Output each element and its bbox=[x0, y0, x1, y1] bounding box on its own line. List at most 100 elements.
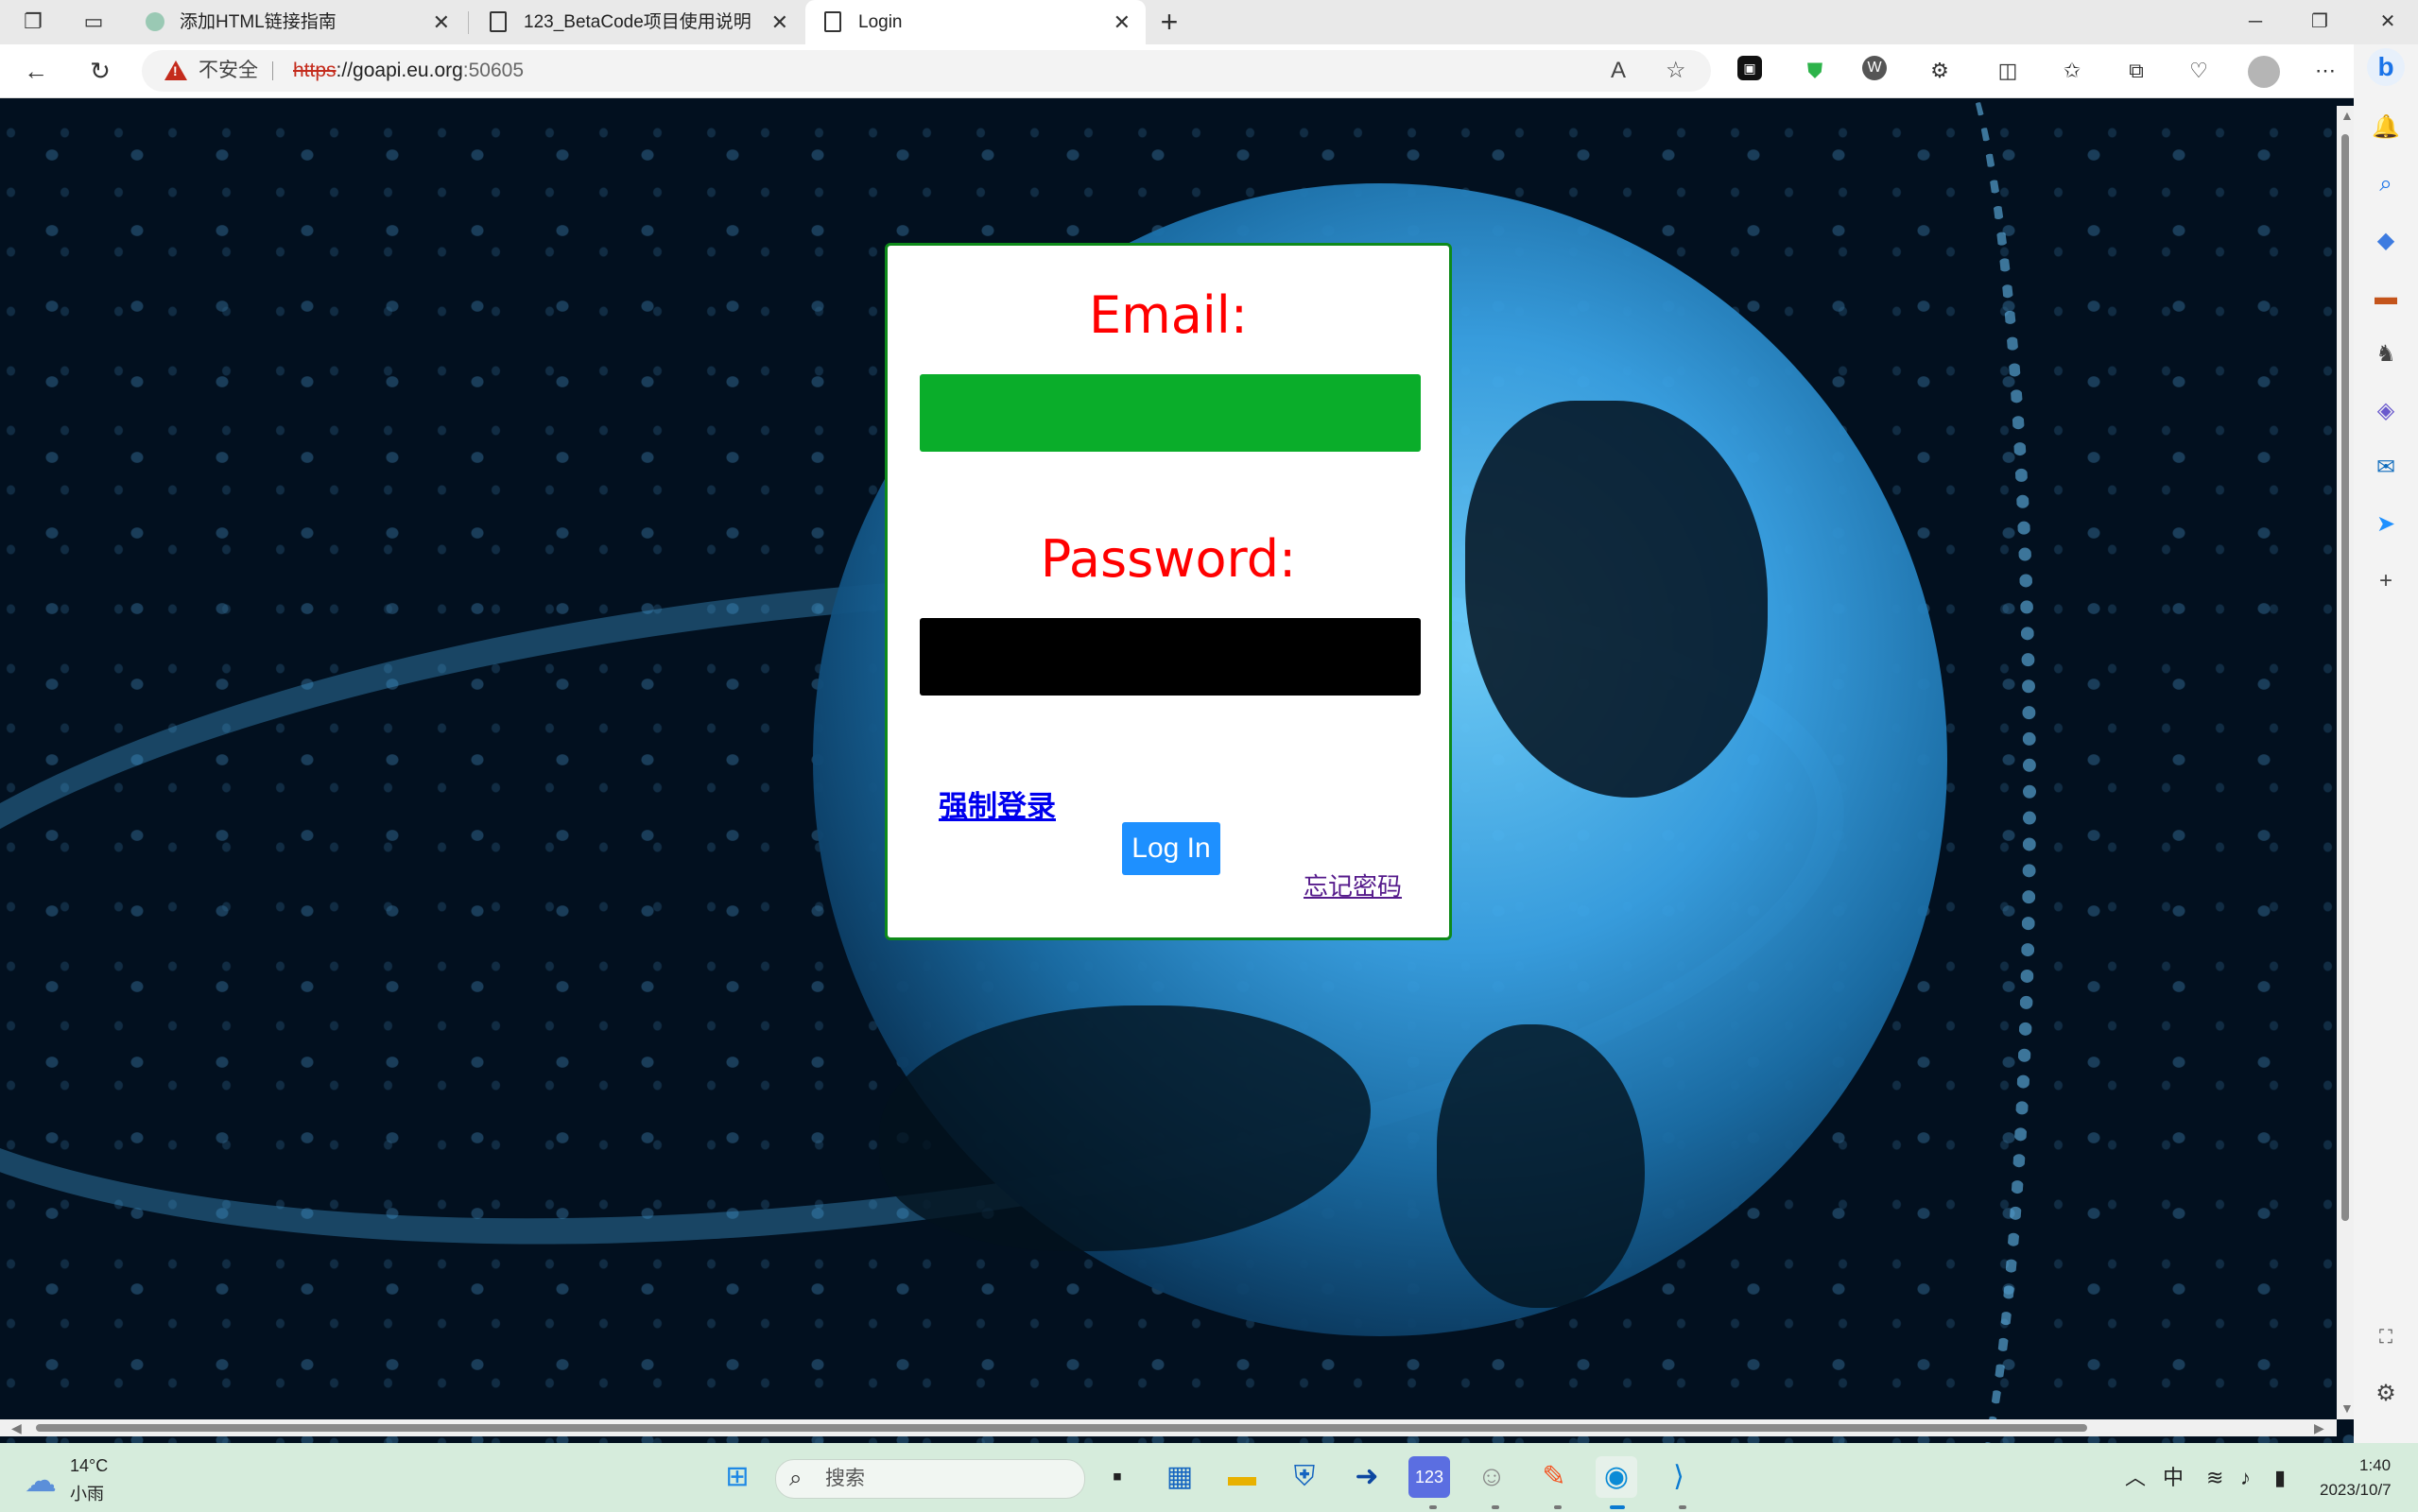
email-label: Email: bbox=[1088, 285, 1248, 345]
outlook-icon[interactable]: ✉ bbox=[2369, 451, 2403, 485]
app-123-icon[interactable]: 123 bbox=[1408, 1456, 1450, 1498]
tab-separator bbox=[468, 11, 469, 34]
scroll-down-arrow-icon[interactable]: ▼ bbox=[2340, 1400, 2354, 1416]
address-separator bbox=[272, 61, 273, 80]
weather-description[interactable]: 小雨 bbox=[70, 1481, 104, 1505]
split-screen-icon[interactable]: ◫ bbox=[1993, 56, 2023, 86]
microsoft365-icon[interactable]: ◈ bbox=[2369, 394, 2403, 428]
microsoft-store-icon[interactable]: ▦ bbox=[1159, 1456, 1200, 1498]
forgot-password-link[interactable]: 忘记密码 bbox=[1304, 868, 1402, 902]
search-placeholder: 搜索 bbox=[825, 1468, 865, 1489]
clock-time[interactable]: 1:40 bbox=[2359, 1456, 2391, 1475]
close-window-button[interactable]: ✕ bbox=[2369, 0, 2407, 44]
back-button[interactable]: ← bbox=[19, 54, 53, 88]
login-button[interactable]: Log In bbox=[1122, 822, 1220, 875]
taskbar-search-box[interactable]: ⌕ 搜索 bbox=[775, 1459, 1085, 1499]
clock-date[interactable]: 2023/10/7 bbox=[2320, 1481, 2392, 1500]
background-dotted-arc bbox=[1853, 98, 2036, 1443]
notifications-bell-icon[interactable]: 🔔 bbox=[2369, 111, 2403, 145]
vscode-icon[interactable]: ⟩ bbox=[1658, 1456, 1700, 1498]
running-indicator bbox=[1429, 1505, 1437, 1509]
wifi-icon[interactable]: ≋ bbox=[2206, 1443, 2223, 1512]
file-explorer-icon[interactable]: ▬ bbox=[1221, 1456, 1263, 1498]
screenshot-icon[interactable]: ⛶ bbox=[2369, 1320, 2403, 1354]
tab-betacode-doc[interactable]: 123_BetaCode项目使用说明 ✕ bbox=[471, 0, 803, 44]
favorite-star-icon[interactable]: ☆ bbox=[1666, 50, 1686, 92]
password-field[interactable] bbox=[920, 618, 1421, 696]
task-view-icon[interactable]: ▪ bbox=[1097, 1456, 1138, 1498]
tray-overflow-chevron-icon[interactable]: ︿ bbox=[2125, 1443, 2146, 1512]
shopping-tag-icon[interactable]: ◆ bbox=[2369, 224, 2403, 258]
email-field[interactable] bbox=[920, 374, 1421, 452]
running-indicator bbox=[1679, 1505, 1686, 1509]
battery-icon[interactable]: ▮ bbox=[2274, 1443, 2286, 1512]
page-viewport: Email: Password: 强制登录 Log In 忘记密码 bbox=[0, 98, 2354, 1443]
security-label[interactable]: 不安全 bbox=[199, 50, 258, 92]
games-chess-icon[interactable]: ♞ bbox=[2369, 337, 2403, 371]
minimize-button[interactable]: ─ bbox=[2237, 0, 2274, 44]
w-extension-icon[interactable]: W bbox=[1862, 56, 1887, 80]
search-icon: ⌕ bbox=[789, 1466, 803, 1491]
url-host: ://goapi.eu.org bbox=[336, 60, 463, 81]
windows-start-icon[interactable]: ⊞ bbox=[717, 1456, 758, 1498]
horizontal-scrollbar[interactable]: ◀ ▶ bbox=[0, 1419, 2337, 1436]
vertical-scroll-thumb[interactable] bbox=[2341, 134, 2349, 1221]
password-label: Password: bbox=[1040, 529, 1297, 589]
page-favicon-icon bbox=[490, 11, 507, 32]
vertical-scrollbar[interactable]: ▲ ▼ bbox=[2337, 106, 2354, 1419]
warning-mark: ! bbox=[173, 63, 178, 78]
weather-temperature[interactable]: 14°C bbox=[70, 1456, 108, 1476]
edge-sidebar: b 🔔 ⌕ ◆ ▬ ♞ ◈ ✉ ➤ + ⛶ ⚙ bbox=[2354, 44, 2418, 1443]
extensions-puzzle-icon[interactable]: ⚙ bbox=[1925, 56, 1955, 86]
weather-cloud-icon[interactable]: ☁ bbox=[25, 1462, 57, 1500]
drop-send-icon[interactable]: ➤ bbox=[2369, 507, 2403, 541]
scroll-right-arrow-icon[interactable]: ▶ bbox=[2314, 1420, 2324, 1436]
tab-actions-icon[interactable]: ▭ bbox=[81, 9, 106, 34]
refresh-button[interactable]: ↻ bbox=[83, 54, 117, 88]
running-indicator bbox=[1492, 1505, 1499, 1509]
tab-login[interactable]: Login ✕ bbox=[805, 0, 1146, 44]
chatgpt-favicon-icon bbox=[146, 12, 164, 31]
login-form: Email: Password: 强制登录 Log In 忘记密码 bbox=[885, 243, 1452, 940]
volume-icon[interactable]: ♪ bbox=[2240, 1443, 2251, 1512]
edge-browser-icon[interactable]: ◉ bbox=[1596, 1456, 1637, 1498]
force-login-link[interactable]: 强制登录 bbox=[939, 782, 1056, 825]
more-menu-icon[interactable]: ⋯ bbox=[2310, 56, 2340, 86]
tab-strip: ❐ ▭ 添加HTML链接指南 ✕ 123_BetaCode项目使用说明 ✕ Lo… bbox=[0, 0, 2418, 44]
read-aloud-icon[interactable]: A bbox=[1611, 50, 1626, 92]
defender-shield-icon[interactable]: ⛨ bbox=[1284, 1456, 1325, 1498]
workspaces-icon[interactable]: ❐ bbox=[21, 9, 45, 34]
favorites-icon[interactable]: ✩ bbox=[2057, 56, 2087, 86]
app-pencil-icon[interactable]: ✎ bbox=[1533, 1456, 1575, 1498]
add-sidebar-app-icon[interactable]: + bbox=[2369, 564, 2403, 598]
active-indicator bbox=[1610, 1505, 1625, 1509]
close-tab-icon[interactable]: ✕ bbox=[433, 0, 450, 44]
bing-copilot-icon[interactable]: b bbox=[2367, 48, 2405, 86]
tab-html-guide[interactable]: 添加HTML链接指南 ✕ bbox=[127, 0, 465, 44]
new-tab-button[interactable]: + bbox=[1155, 0, 1183, 44]
extension-red-badge-icon[interactable]: ▣ bbox=[1737, 56, 1762, 80]
tab-title: Login bbox=[858, 12, 903, 32]
app-character-icon[interactable]: ☺ bbox=[1471, 1456, 1512, 1498]
performance-heart-icon[interactable]: ♡ bbox=[2184, 56, 2214, 86]
profile-avatar[interactable] bbox=[2248, 56, 2280, 88]
tab-title: 添加HTML链接指南 bbox=[180, 12, 337, 32]
close-tab-icon[interactable]: ✕ bbox=[771, 0, 788, 44]
scroll-left-arrow-icon[interactable]: ◀ bbox=[11, 1420, 22, 1436]
url-text[interactable]: https://goapi.eu.org:50605 bbox=[293, 50, 524, 92]
shield-extension-icon[interactable]: ⛊ bbox=[1800, 56, 1830, 86]
page-favicon-icon bbox=[824, 11, 841, 32]
close-tab-icon[interactable]: ✕ bbox=[1114, 0, 1131, 44]
ime-indicator[interactable]: 中 bbox=[2163, 1443, 2184, 1512]
scroll-up-arrow-icon[interactable]: ▲ bbox=[2340, 108, 2354, 123]
running-indicator bbox=[1554, 1505, 1562, 1509]
tab-title: 123_BetaCode项目使用说明 bbox=[524, 12, 751, 32]
collections-icon[interactable]: ⧉ bbox=[2121, 56, 2151, 86]
horizontal-scroll-thumb[interactable] bbox=[36, 1424, 2087, 1432]
search-icon[interactable]: ⌕ bbox=[2369, 167, 2403, 201]
tools-briefcase-icon[interactable]: ▬ bbox=[2369, 281, 2403, 315]
sidebar-settings-icon[interactable]: ⚙ bbox=[2369, 1377, 2403, 1411]
app-arrow-icon[interactable]: ➜ bbox=[1346, 1456, 1388, 1498]
address-bar[interactable]: ! 不安全 https://goapi.eu.org:50605 A ☆ bbox=[142, 50, 1711, 92]
restore-button[interactable]: ❐ bbox=[2301, 0, 2339, 44]
